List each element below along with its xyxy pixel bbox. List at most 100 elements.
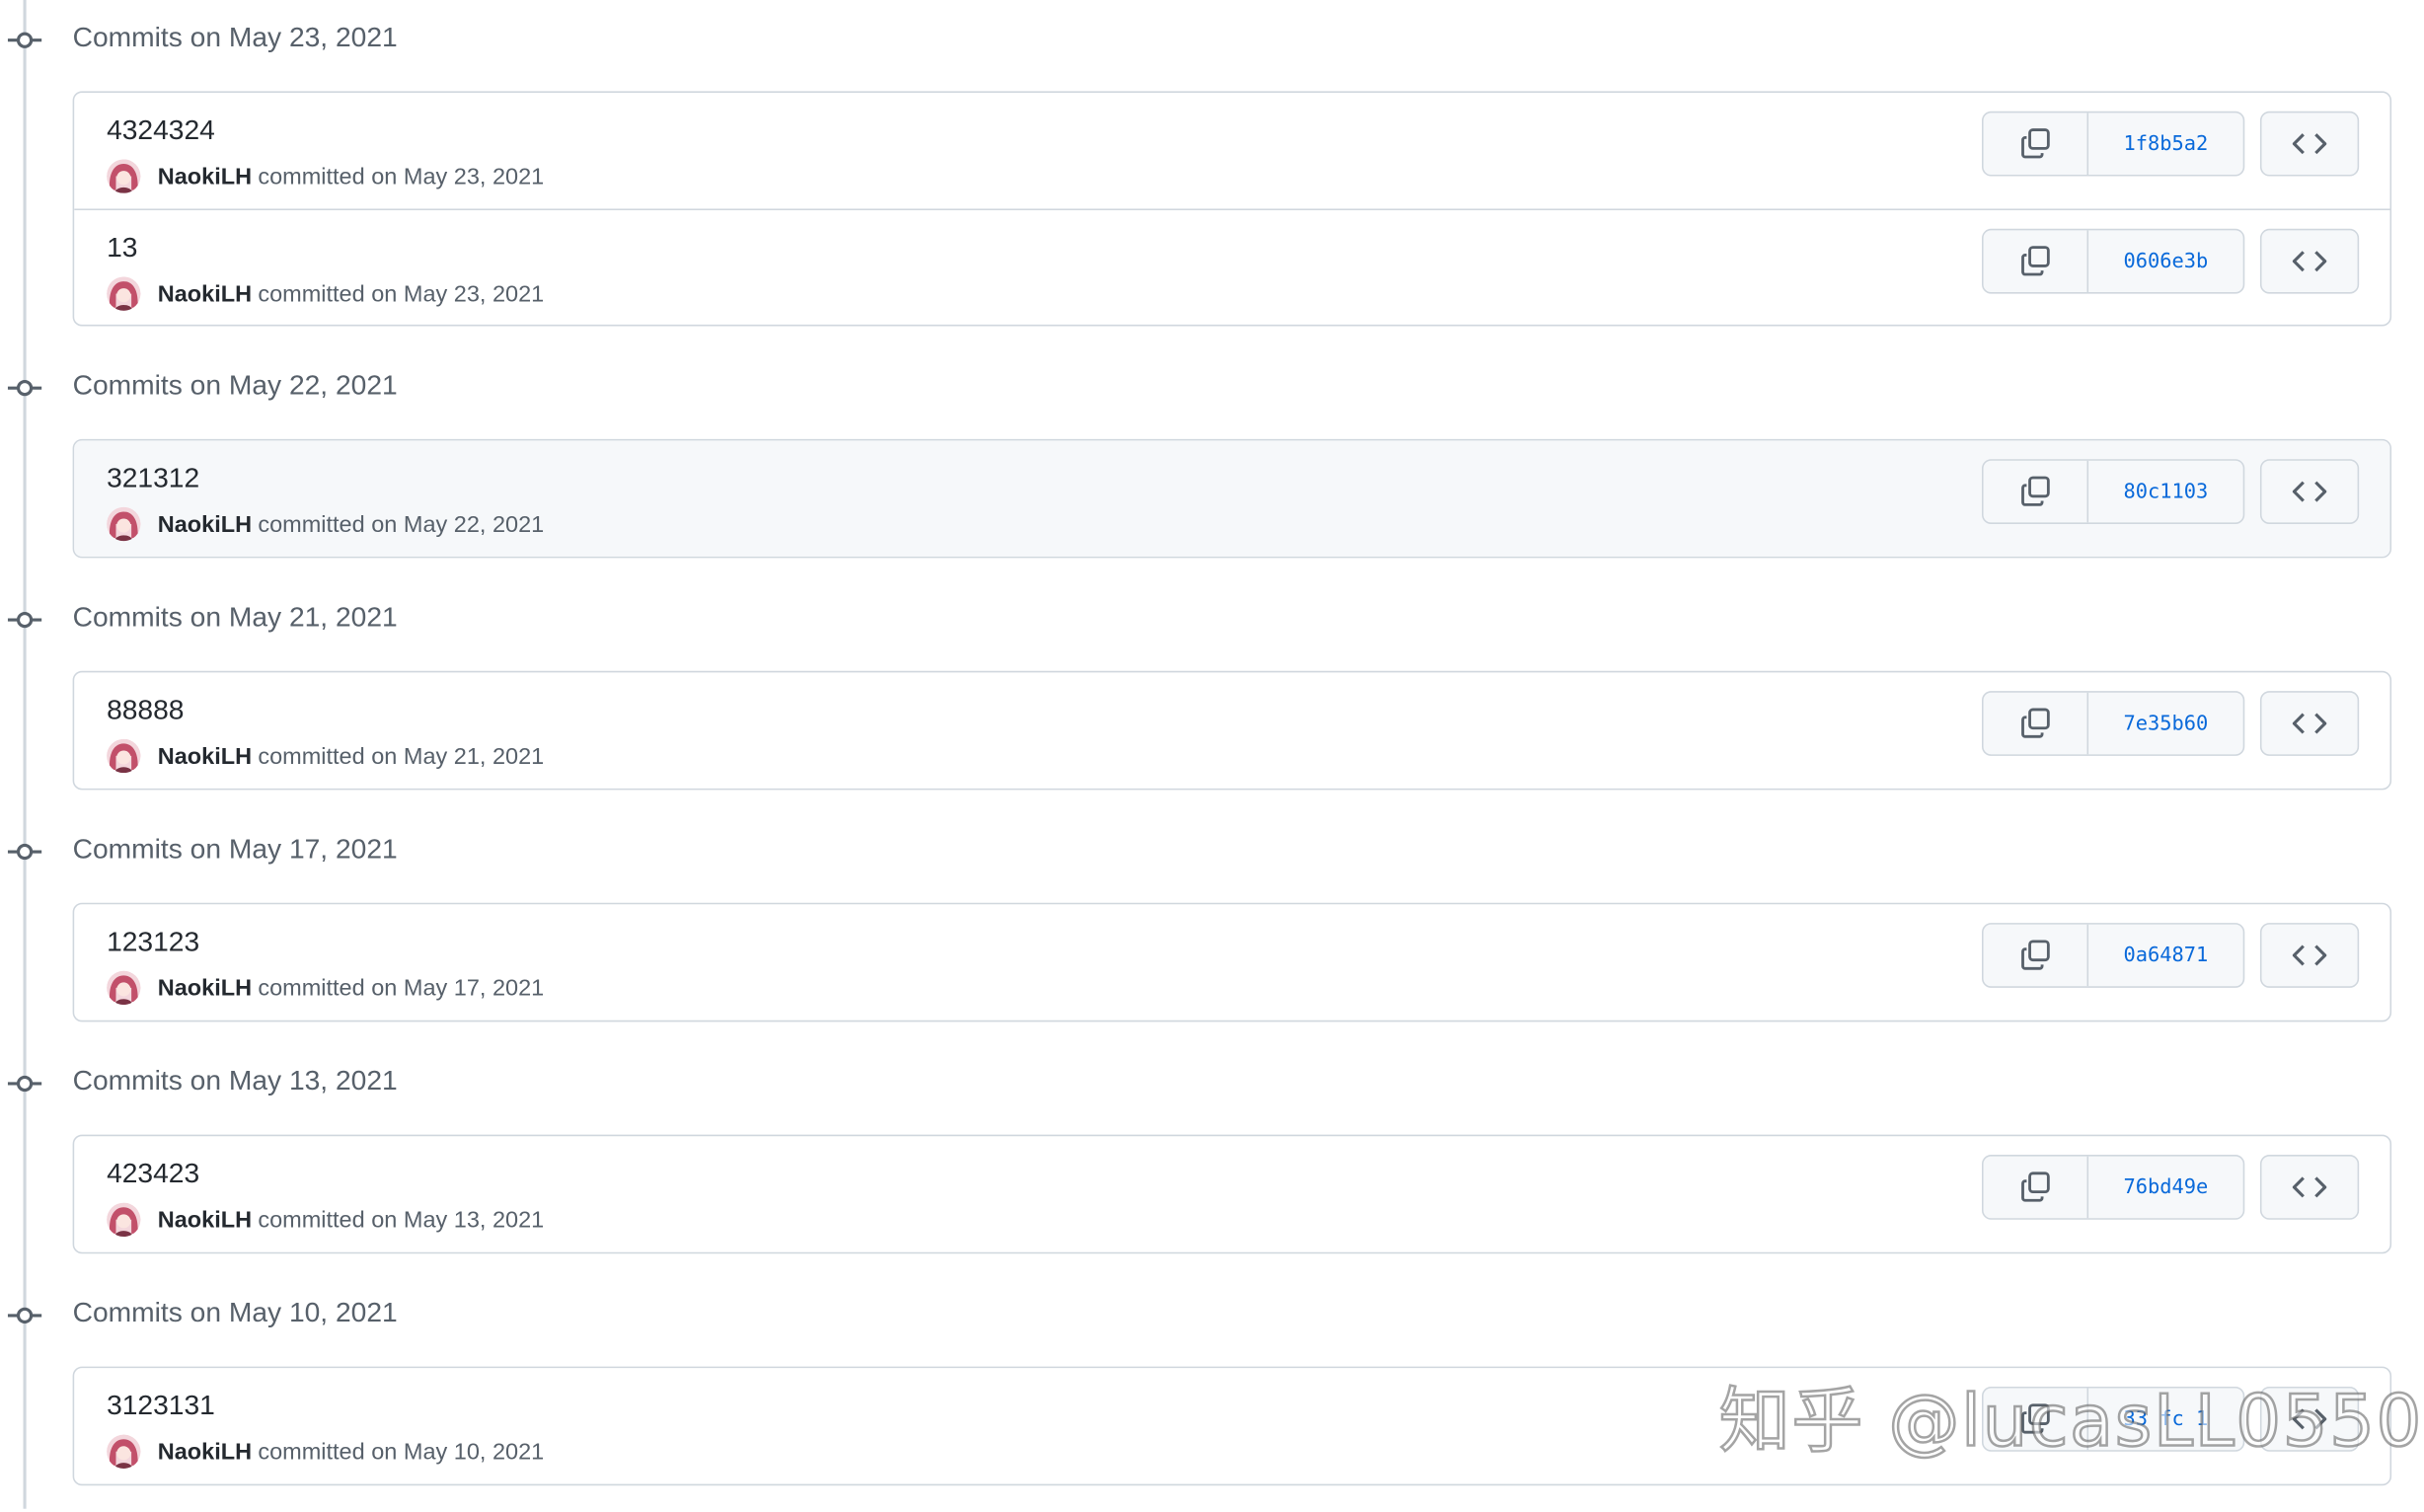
commit-group-header: Commits on May 10, 2021 xyxy=(0,1291,928,1340)
commit-list: 3123131 NaokiLH committed on May 10, 202… xyxy=(72,1366,2392,1486)
commit-list: 4324324 NaokiLH committed on May 23, 202… xyxy=(72,91,2392,327)
commit-sha-link[interactable]: 80c1103 xyxy=(2088,461,2243,523)
browse-repo-button[interactable] xyxy=(2259,459,2360,524)
copy-sha-button[interactable] xyxy=(1984,1388,2089,1451)
commit-button-group: 0a64871 xyxy=(1981,923,2245,988)
commit-group-header: Commits on May 23, 2021 xyxy=(0,16,928,65)
copy-icon xyxy=(2020,1172,2049,1202)
git-commit-icon xyxy=(7,611,42,629)
browse-repo-button[interactable] xyxy=(2259,1155,2360,1220)
commit-sha-link[interactable]: 0606e3b xyxy=(2088,230,2243,292)
commit-sha-link[interactable]: 0a64871 xyxy=(2088,925,2243,987)
commit-list: 88888 NaokiLH committed on May 21, 2021 xyxy=(72,670,2392,791)
commit-row: 13 NaokiLH committed on May 23, 2021 060… xyxy=(74,208,2390,324)
copy-icon xyxy=(2020,1403,2049,1434)
copy-sha-button[interactable] xyxy=(1984,460,2089,523)
commit-button-group: 7e35b60 xyxy=(1981,691,2245,756)
copy-icon xyxy=(2020,708,2049,738)
copy-icon xyxy=(2020,940,2049,970)
commit-row: 3123131 NaokiLH committed on May 10, 202… xyxy=(74,1368,2389,1483)
commit-meta: NaokiLH committed on May 23, 2021 xyxy=(107,158,544,195)
commit-author[interactable]: NaokiLH xyxy=(158,163,252,189)
commit-history: Commits on May 23, 2021 4324324 NaokiLH … xyxy=(0,0,2424,1509)
commit-date-text: committed on May 21, 2021 xyxy=(258,742,545,770)
commit-author[interactable]: NaokiLH xyxy=(158,511,252,538)
commit-meta: NaokiLH committed on May 10, 2021 xyxy=(107,1433,544,1471)
copy-sha-button[interactable] xyxy=(1984,113,2089,175)
commit-date-text: committed on May 13, 2021 xyxy=(258,1206,545,1234)
commit-message[interactable]: 123123 xyxy=(107,926,199,958)
commit-meta: NaokiLH committed on May 21, 2021 xyxy=(107,737,544,775)
browse-repo-button[interactable] xyxy=(2259,923,2360,988)
git-commit-icon xyxy=(7,32,42,48)
user-avatar[interactable] xyxy=(107,276,141,311)
commit-sha-link[interactable]: 7e35b60 xyxy=(2088,693,2243,755)
commit-group-header: Commits on May 13, 2021 xyxy=(0,1059,928,1108)
commit-date-text: committed on May 17, 2021 xyxy=(258,974,545,1002)
commit-group-title: Commits on May 22, 2021 xyxy=(72,369,398,401)
commit-meta: NaokiLH committed on May 13, 2021 xyxy=(107,1201,544,1239)
commit-list: 321312 NaokiLH committed on May 22, 2021 xyxy=(72,438,2392,559)
copy-icon xyxy=(2020,246,2049,276)
commit-group-title: Commits on May 13, 2021 xyxy=(72,1065,398,1096)
commit-message[interactable]: 4324324 xyxy=(107,114,215,147)
commit-sha-link[interactable]: 1f8b5a2 xyxy=(2088,113,2243,175)
code-icon xyxy=(2292,713,2327,734)
user-avatar[interactable] xyxy=(107,738,141,774)
commit-meta: NaokiLH committed on May 23, 2021 xyxy=(107,275,544,313)
git-commit-icon xyxy=(7,843,42,861)
commit-message[interactable]: 13 xyxy=(107,232,137,265)
code-icon xyxy=(2292,1176,2327,1198)
commit-date-text: committed on May 10, 2021 xyxy=(258,1438,545,1466)
commit-button-group: 33 fc 1 xyxy=(1981,1386,2245,1452)
commit-author[interactable]: NaokiLH xyxy=(158,280,252,307)
code-icon xyxy=(2292,1408,2327,1430)
commit-meta: NaokiLH committed on May 17, 2021 xyxy=(107,969,544,1007)
commit-button-group: 0606e3b xyxy=(1981,228,2245,294)
commit-author[interactable]: NaokiLH xyxy=(158,1438,252,1465)
commit-message[interactable]: 423423 xyxy=(107,1158,199,1190)
git-commit-icon xyxy=(7,1307,42,1324)
commit-list: 123123 NaokiLH committed on May 17, 2021 xyxy=(72,902,2392,1022)
commit-group-title: Commits on May 10, 2021 xyxy=(72,1297,398,1328)
commit-button-group: 1f8b5a2 xyxy=(1981,111,2245,177)
commit-author[interactable]: NaokiLH xyxy=(158,1206,252,1233)
copy-icon xyxy=(2020,476,2049,506)
copy-sha-button[interactable] xyxy=(1984,230,2089,293)
commit-sha-link[interactable]: 33 fc 1 xyxy=(2088,1389,2243,1451)
commit-message[interactable]: 88888 xyxy=(107,694,184,726)
commit-row: 4324324 NaokiLH committed on May 23, 202… xyxy=(74,93,2389,208)
user-avatar[interactable] xyxy=(107,1434,141,1469)
commit-message[interactable]: 321312 xyxy=(107,462,199,494)
user-avatar[interactable] xyxy=(107,506,141,542)
browse-repo-button[interactable] xyxy=(2259,111,2360,177)
browse-repo-button[interactable] xyxy=(2259,228,2360,294)
user-avatar[interactable] xyxy=(107,970,141,1006)
commit-row: 423423 NaokiLH committed on May 13, 2021 xyxy=(74,1136,2389,1251)
commit-group-header: Commits on May 22, 2021 xyxy=(0,363,928,413)
commit-button-group: 80c1103 xyxy=(1981,459,2245,524)
commit-row: 123123 NaokiLH committed on May 17, 2021 xyxy=(74,904,2389,1020)
code-icon xyxy=(2292,945,2327,966)
commit-group-title: Commits on May 17, 2021 xyxy=(72,833,398,865)
commit-date-text: committed on May 23, 2021 xyxy=(258,163,545,189)
copy-sha-button[interactable] xyxy=(1984,924,2089,987)
timeline-line xyxy=(23,0,27,1509)
git-commit-icon xyxy=(7,379,42,397)
commit-author[interactable]: NaokiLH xyxy=(158,975,252,1002)
browse-repo-button[interactable] xyxy=(2259,1386,2360,1452)
code-icon xyxy=(2292,481,2327,502)
commit-sha-link[interactable]: 76bd49e xyxy=(2088,1157,2243,1219)
commit-group-title: Commits on May 23, 2021 xyxy=(72,21,398,53)
git-commit-icon xyxy=(7,1075,42,1093)
user-avatar[interactable] xyxy=(107,159,141,193)
commit-row: 321312 NaokiLH committed on May 22, 2021 xyxy=(74,440,2390,557)
copy-sha-button[interactable] xyxy=(1984,692,2089,755)
commit-group-title: Commits on May 21, 2021 xyxy=(72,601,398,633)
user-avatar[interactable] xyxy=(107,1202,141,1238)
copy-icon xyxy=(2020,128,2049,159)
browse-repo-button[interactable] xyxy=(2259,691,2360,756)
copy-sha-button[interactable] xyxy=(1984,1156,2089,1219)
commit-author[interactable]: NaokiLH xyxy=(158,743,252,770)
commit-message[interactable]: 3123131 xyxy=(107,1390,215,1422)
